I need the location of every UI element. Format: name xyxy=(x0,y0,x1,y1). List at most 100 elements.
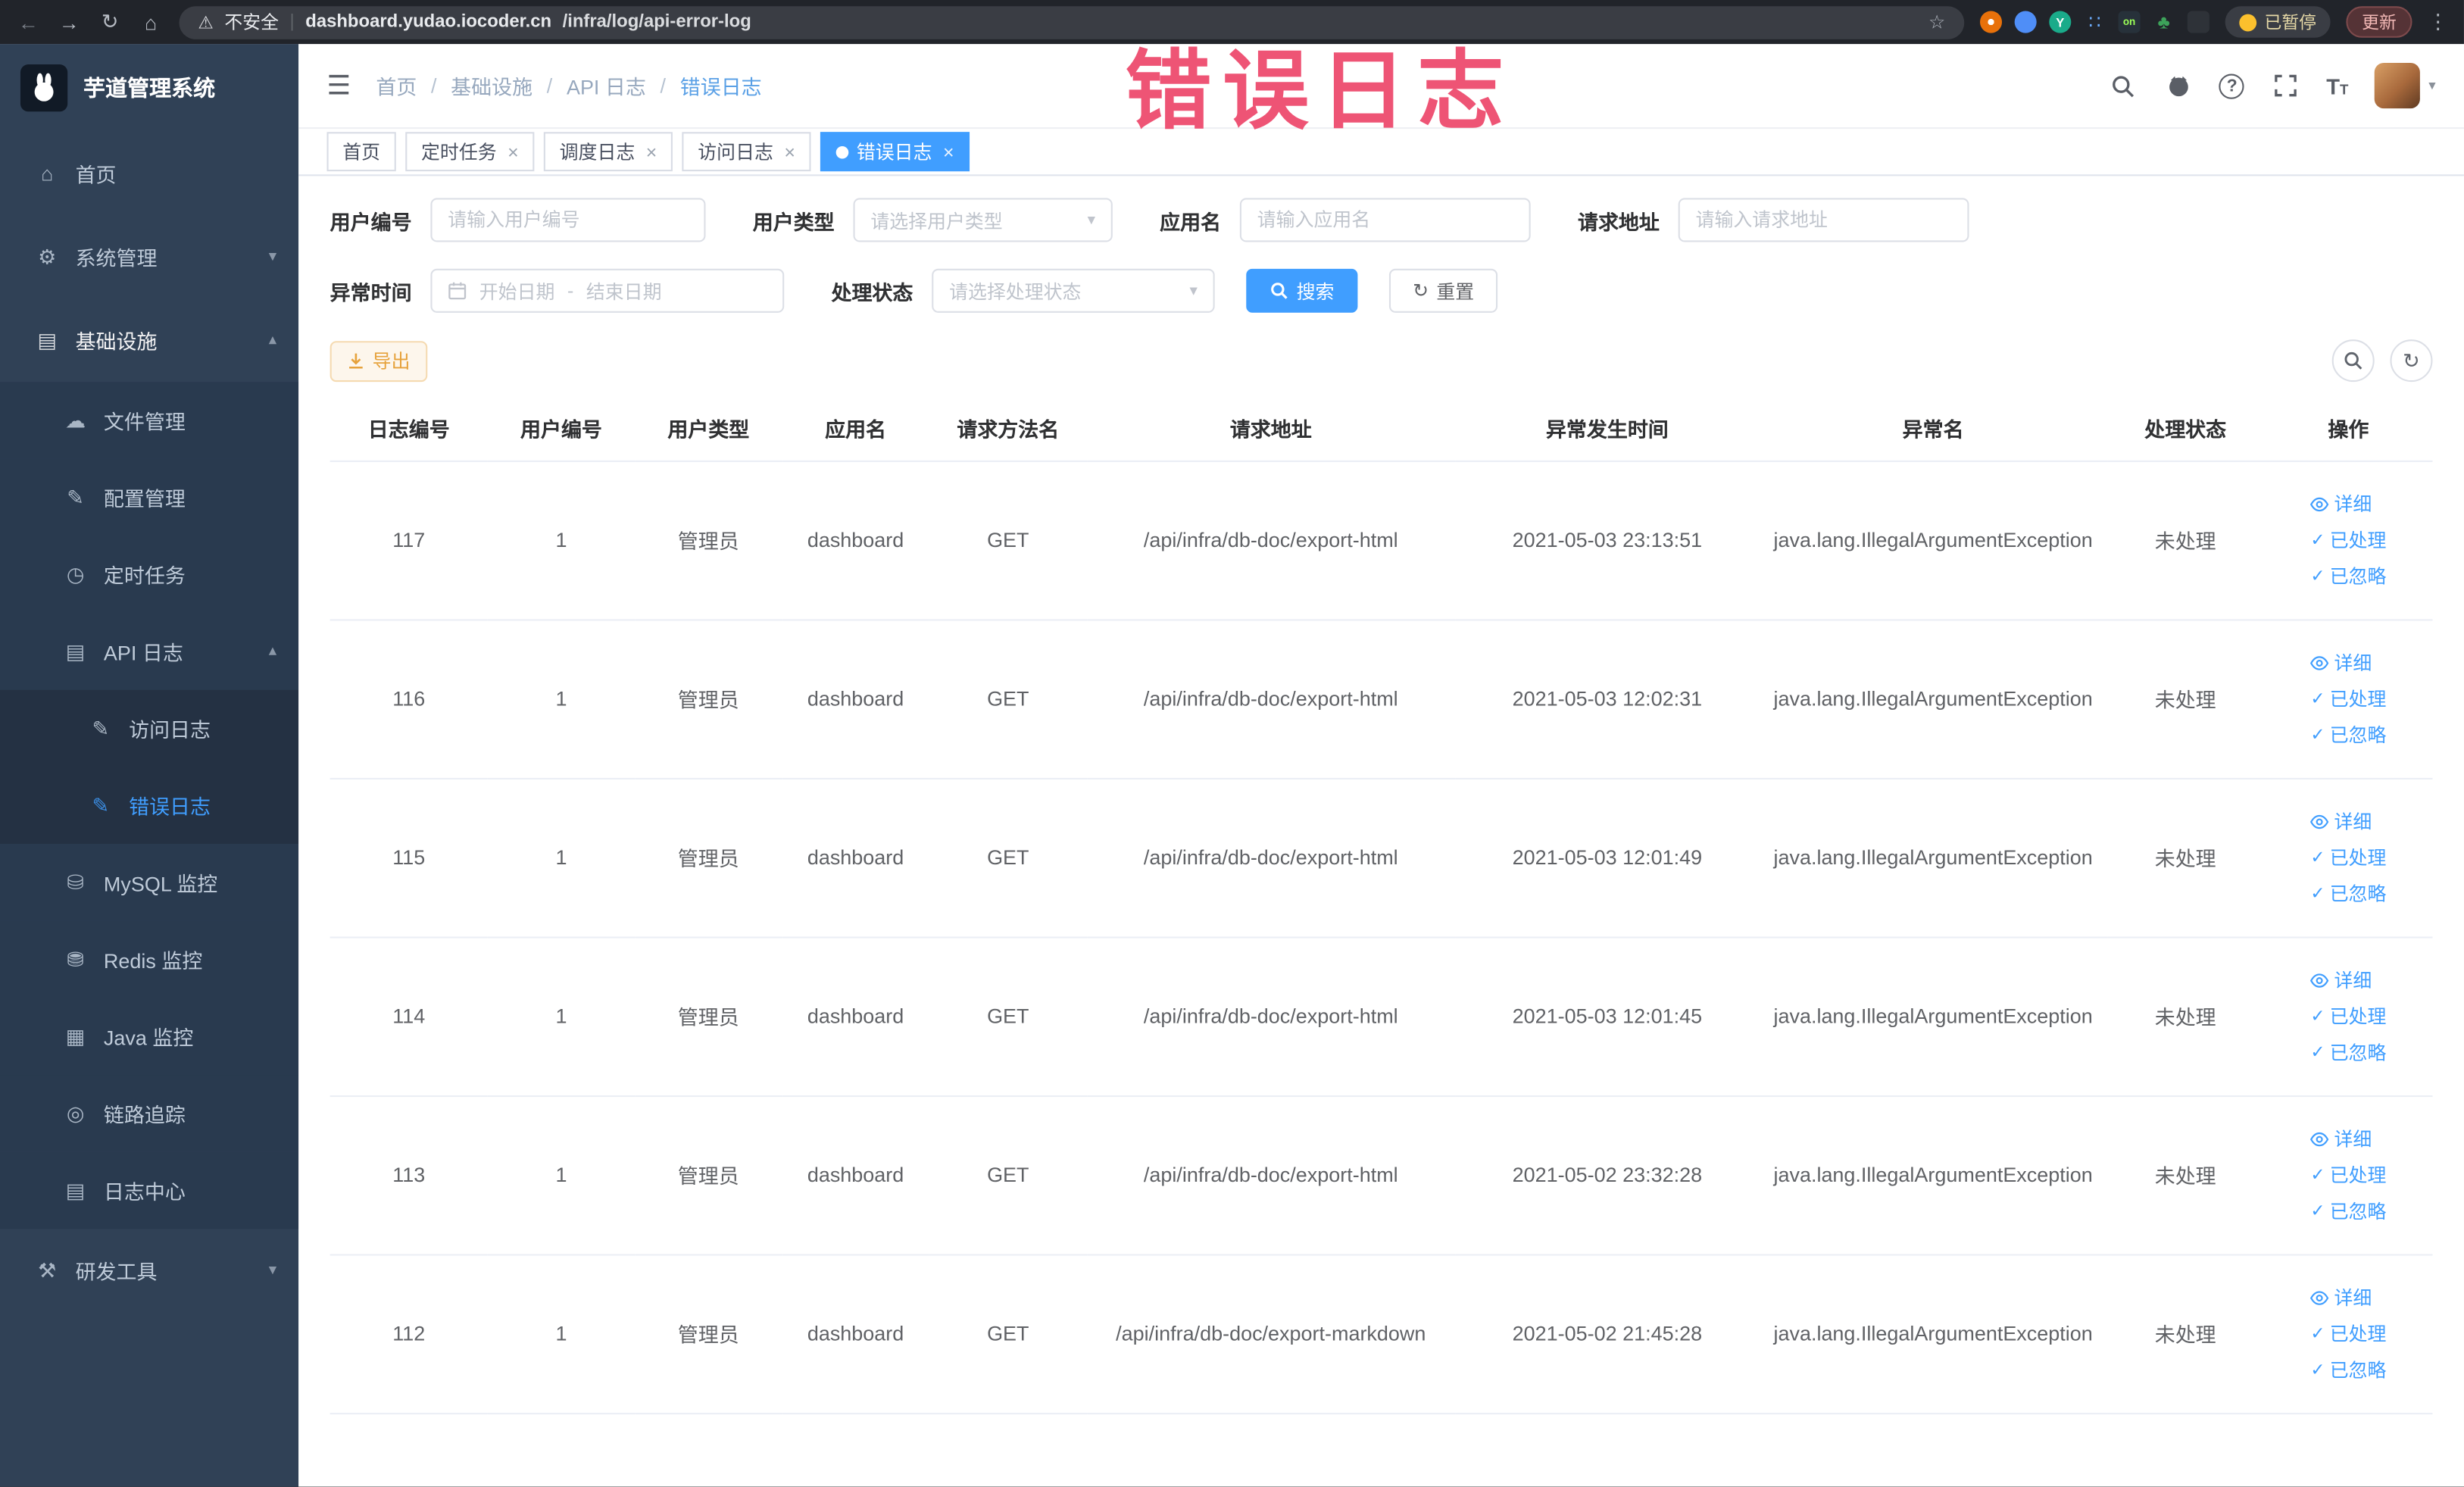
user-type-label: 用户类型 xyxy=(752,209,835,234)
tab-schedule-log[interactable]: 调度日志 × xyxy=(543,132,673,172)
sidebar-item-java-monitor[interactable]: ▦ Java 监控 xyxy=(0,998,299,1076)
browser-home-button[interactable]: ⌂ xyxy=(139,10,164,33)
fullscreen-icon[interactable] xyxy=(2272,71,2300,99)
sidebar-item-label: MySQL 监控 xyxy=(103,872,218,896)
user-id-input[interactable] xyxy=(430,198,706,242)
cell-method: GET xyxy=(929,1095,1087,1255)
process-status-select[interactable]: 请选择处理状态 ▾ xyxy=(932,268,1215,313)
detail-link[interactable]: 详细 xyxy=(2310,649,2372,676)
sidebar-item-log-center[interactable]: ▤ 日志中心 xyxy=(0,1151,299,1229)
browser-reload-button[interactable]: ↻ xyxy=(98,9,123,34)
detail-link-label: 详细 xyxy=(2334,970,2372,992)
breadcrumb-infrastructure[interactable]: 基础设施 xyxy=(451,70,532,100)
sidebar-toggle-icon[interactable]: ☰ xyxy=(327,70,351,101)
sidebar-item-scheduled-jobs[interactable]: ◷ 定时任务 xyxy=(0,536,299,614)
detail-link[interactable]: 详细 xyxy=(2310,1125,2372,1151)
table-header-row: 日志编号 用户编号 用户类型 应用名 请求方法名 请求地址 异常发生时间 异常名… xyxy=(329,397,2433,461)
paused-badge[interactable]: 已暂停 xyxy=(2225,6,2331,38)
sidebar-item-dev-tools[interactable]: ⚒ 研发工具 ▾ xyxy=(0,1229,298,1312)
export-button[interactable]: 导出 xyxy=(329,340,428,382)
tab-home[interactable]: 首页 xyxy=(326,132,396,172)
detail-link[interactable]: 详细 xyxy=(2310,808,2372,834)
sidebar-item-file-management[interactable]: ☁ 文件管理 xyxy=(0,382,299,459)
security-label[interactable]: 不安全 xyxy=(224,9,279,34)
sidebar-item-trace[interactable]: ◎ 链路追踪 xyxy=(0,1075,299,1152)
mark-ignored-link[interactable]: ✓ 已忽略 xyxy=(2310,880,2386,907)
edit-icon: ✎ xyxy=(92,715,110,740)
user-menu[interactable]: ▾ xyxy=(2375,62,2436,109)
close-icon[interactable]: × xyxy=(943,141,954,163)
cell-user-id: 1 xyxy=(487,1095,636,1255)
sidebar-item-mysql-monitor[interactable]: ⛁ MySQL 监控 xyxy=(0,844,299,921)
exception-time-range-picker[interactable]: 开始日期 - 结束日期 xyxy=(430,268,785,313)
cell-exception-name: java.lang.IllegalArgumentException xyxy=(1760,619,2107,779)
mark-processed-link[interactable]: ✓ 已处理 xyxy=(2310,1320,2386,1347)
reset-button[interactable]: ↻ 重置 xyxy=(1389,268,1498,313)
font-size-icon[interactable]: TT xyxy=(2326,73,2348,98)
extension-dark-icon[interactable] xyxy=(2187,11,2209,33)
tab-label: 访问日志 xyxy=(698,141,773,164)
cell-exception-name: java.lang.IllegalArgumentException xyxy=(1760,777,2107,938)
mark-ignored-link[interactable]: ✓ 已忽略 xyxy=(2310,1356,2386,1382)
search-button[interactable]: 搜索 xyxy=(1246,268,1358,313)
mark-ignored-link[interactable]: ✓ 已忽略 xyxy=(2310,721,2386,748)
toggle-search-button[interactable] xyxy=(2331,339,2375,383)
extension-y-icon[interactable]: Y xyxy=(2049,11,2072,33)
extension-drop-icon[interactable] xyxy=(2014,11,2037,33)
sidebar-item-api-log[interactable]: ▤ API 日志 ▴ xyxy=(0,613,299,690)
screen: ← → ↻ ⌂ ⚠ 不安全 | dashboard.yudao.iocoder.… xyxy=(0,0,2464,1487)
extension-tree-icon[interactable]: ♣ xyxy=(2153,11,2175,33)
mark-processed-link[interactable]: ✓ 已处理 xyxy=(2310,526,2386,553)
browser-menu-icon[interactable]: ⋮ xyxy=(2428,9,2448,34)
logo[interactable]: 芋道管理系统 xyxy=(0,44,298,132)
github-icon[interactable] xyxy=(2165,71,2193,99)
browser-forward-button[interactable]: → xyxy=(57,10,82,33)
mark-ignored-link[interactable]: ✓ 已忽略 xyxy=(2310,563,2386,589)
check-icon: ✓ xyxy=(2310,567,2325,586)
address-bar[interactable]: ⚠ 不安全 | dashboard.yudao.iocoder.cn/infra… xyxy=(179,5,1965,39)
sidebar-item-system-management[interactable]: ⚙ 系统管理 ▾ xyxy=(0,215,298,298)
search-icon[interactable] xyxy=(2110,71,2138,99)
cell-user-id: 1 xyxy=(487,460,636,620)
update-button[interactable]: 更新 xyxy=(2346,6,2412,38)
detail-link[interactable]: 详细 xyxy=(2310,967,2372,993)
app-name-input[interactable] xyxy=(1239,198,1531,242)
sidebar-item-home[interactable]: ⌂ 首页 xyxy=(0,132,298,215)
mark-processed-link[interactable]: ✓ 已处理 xyxy=(2310,1003,2386,1029)
sidebar-item-label: Java 监控 xyxy=(103,1026,194,1050)
cell-method: GET xyxy=(929,1254,1087,1414)
sidebar-item-infrastructure[interactable]: ▤ 基础设施 ▴ xyxy=(0,298,298,382)
extension-on-badge-icon[interactable]: on xyxy=(2118,11,2141,33)
bookmark-star-icon[interactable]: ☆ xyxy=(1928,11,1945,33)
detail-link[interactable]: 详细 xyxy=(2310,1284,2372,1310)
detail-link[interactable]: 详细 xyxy=(2310,490,2372,517)
mark-processed-link[interactable]: ✓ 已处理 xyxy=(2310,844,2386,870)
close-icon[interactable]: × xyxy=(784,141,795,163)
mark-ignored-link[interactable]: ✓ 已忽略 xyxy=(2310,1198,2386,1224)
tab-error-log[interactable]: 错误日志 × xyxy=(820,132,970,172)
table-toolbar: 导出 ↻ xyxy=(329,339,2433,383)
sidebar-item-error-log[interactable]: ✎ 错误日志 xyxy=(0,767,299,845)
close-icon[interactable]: × xyxy=(646,141,657,163)
edit-icon: ✎ xyxy=(92,792,110,817)
sidebar-item-config-management[interactable]: ✎ 配置管理 xyxy=(0,458,299,536)
refresh-button[interactable]: ↻ xyxy=(2390,339,2433,383)
breadcrumb: 首页 / 基础设施 / API 日志 / 错误日志 xyxy=(376,70,761,100)
help-icon[interactable]: ? xyxy=(2219,73,2245,98)
breadcrumb-api-log[interactable]: API 日志 xyxy=(567,70,646,100)
user-type-select[interactable]: 请选择用户类型 ▾ xyxy=(853,198,1113,242)
browser-back-button[interactable]: ← xyxy=(16,10,41,33)
mark-processed-link[interactable]: ✓ 已处理 xyxy=(2310,686,2386,712)
request-url-input[interactable] xyxy=(1678,198,1969,242)
sidebar-item-redis-monitor[interactable]: ⛃ Redis 监控 xyxy=(0,920,299,998)
sidebar-item-access-log[interactable]: ✎ 访问日志 xyxy=(0,689,299,767)
breadcrumb-home[interactable]: 首页 xyxy=(376,70,417,100)
extension-record-icon[interactable] xyxy=(1979,11,2003,33)
col-request-url: 请求地址 xyxy=(1086,397,1455,461)
extension-grid-icon[interactable]: ∷ xyxy=(2084,11,2106,33)
tab-access-log[interactable]: 访问日志 × xyxy=(682,132,811,172)
mark-processed-link[interactable]: ✓ 已处理 xyxy=(2310,1161,2386,1188)
close-icon[interactable]: × xyxy=(507,141,519,163)
tab-scheduled-jobs[interactable]: 定时任务 × xyxy=(405,132,535,172)
mark-ignored-link[interactable]: ✓ 已忽略 xyxy=(2310,1039,2386,1065)
